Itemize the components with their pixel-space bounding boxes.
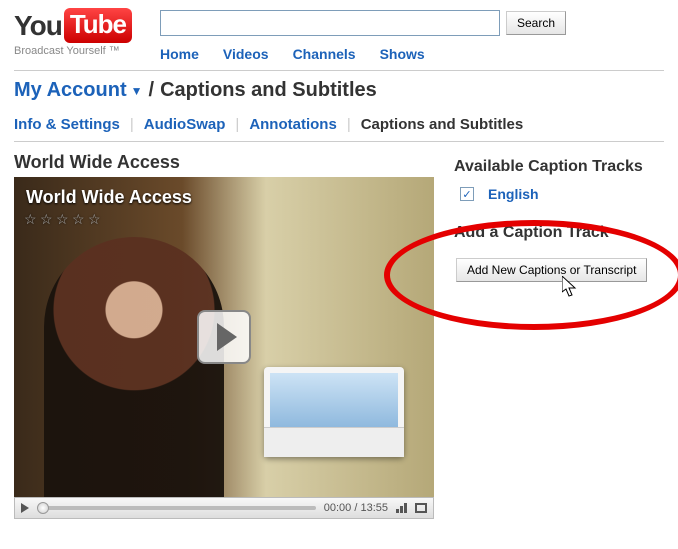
rating-stars[interactable]: ☆ ☆ ☆ ☆ ☆ [24,211,104,227]
chevron-down-icon: ▼ [131,84,143,98]
search-and-nav: Search Home Videos Channels Shows [160,8,664,62]
star-icon[interactable]: ☆ [24,211,40,227]
video-player[interactable]: World Wide Access ☆ ☆ ☆ ☆ ☆ [14,177,434,497]
volume-icon[interactable] [396,503,407,513]
logo-tagline: Broadcast Yourself ™ [14,45,132,57]
nav-channels[interactable]: Channels [293,46,356,62]
control-play-icon[interactable] [21,503,29,513]
breadcrumb: My Account ▼ / Captions and Subtitles [14,79,664,102]
search-row: Search [160,10,664,36]
current-time: 00:00 [324,502,352,514]
tab-audioswap[interactable]: AudioSwap [134,116,236,133]
video-title: World Wide Access [14,152,434,173]
page-title: Captions and Subtitles [160,79,377,102]
seek-thumb[interactable] [37,502,49,514]
divider [14,141,664,142]
track-checkbox[interactable]: ✓ [460,187,474,201]
tab-captions: Captions and Subtitles [351,116,534,133]
my-account-label: My Account [14,79,127,102]
play-button[interactable] [197,310,251,364]
main: World Wide Access World Wide Access ☆ ☆ … [14,152,664,519]
tab-info-settings[interactable]: Info & Settings [14,116,130,133]
tab-annotations[interactable]: Annotations [239,116,347,133]
star-icon[interactable]: ☆ [56,211,72,227]
primary-nav: Home Videos Channels Shows [160,46,664,62]
search-input[interactable] [160,10,500,36]
nav-shows[interactable]: Shows [380,46,425,62]
logo-tube: Tube [64,8,132,43]
star-icon[interactable]: ☆ [88,211,104,227]
star-icon[interactable]: ☆ [40,211,56,227]
nav-home[interactable]: Home [160,46,199,62]
subnav: Info & Settings | AudioSwap | Annotation… [14,116,664,133]
overlay-title: World Wide Access [26,187,192,208]
fullscreen-icon[interactable] [415,503,427,513]
add-track-heading: Add a Caption Track [454,224,664,242]
breadcrumb-separator: / [149,79,155,102]
play-icon [217,323,237,351]
time-display: 00:00 / 13:55 [324,502,388,514]
right-column: Available Caption Tracks ✓ English Add a… [454,152,664,282]
logo-you: You [14,10,62,42]
my-account-link[interactable]: My Account ▼ [14,79,143,102]
divider [14,70,664,71]
duration: 13:55 [360,502,388,514]
youtube-logo[interactable]: You Tube [14,8,132,43]
left-column: World Wide Access World Wide Access ☆ ☆ … [14,152,434,519]
available-tracks-heading: Available Caption Tracks [454,158,664,176]
seek-track[interactable] [37,506,316,510]
nav-videos[interactable]: Videos [223,46,269,62]
logo-block: You Tube Broadcast Yourself ™ [14,8,132,57]
person-silhouette [44,237,224,497]
caption-track-row: ✓ English [454,186,664,202]
top-bar: You Tube Broadcast Yourself ™ Search Hom… [14,8,664,62]
player-controls: 00:00 / 13:55 [14,497,434,519]
search-button[interactable]: Search [506,11,566,35]
laptop-graphic [264,367,404,457]
star-icon[interactable]: ☆ [72,211,88,227]
track-language-link[interactable]: English [488,186,539,202]
add-captions-button[interactable]: Add New Captions or Transcript [456,258,647,282]
